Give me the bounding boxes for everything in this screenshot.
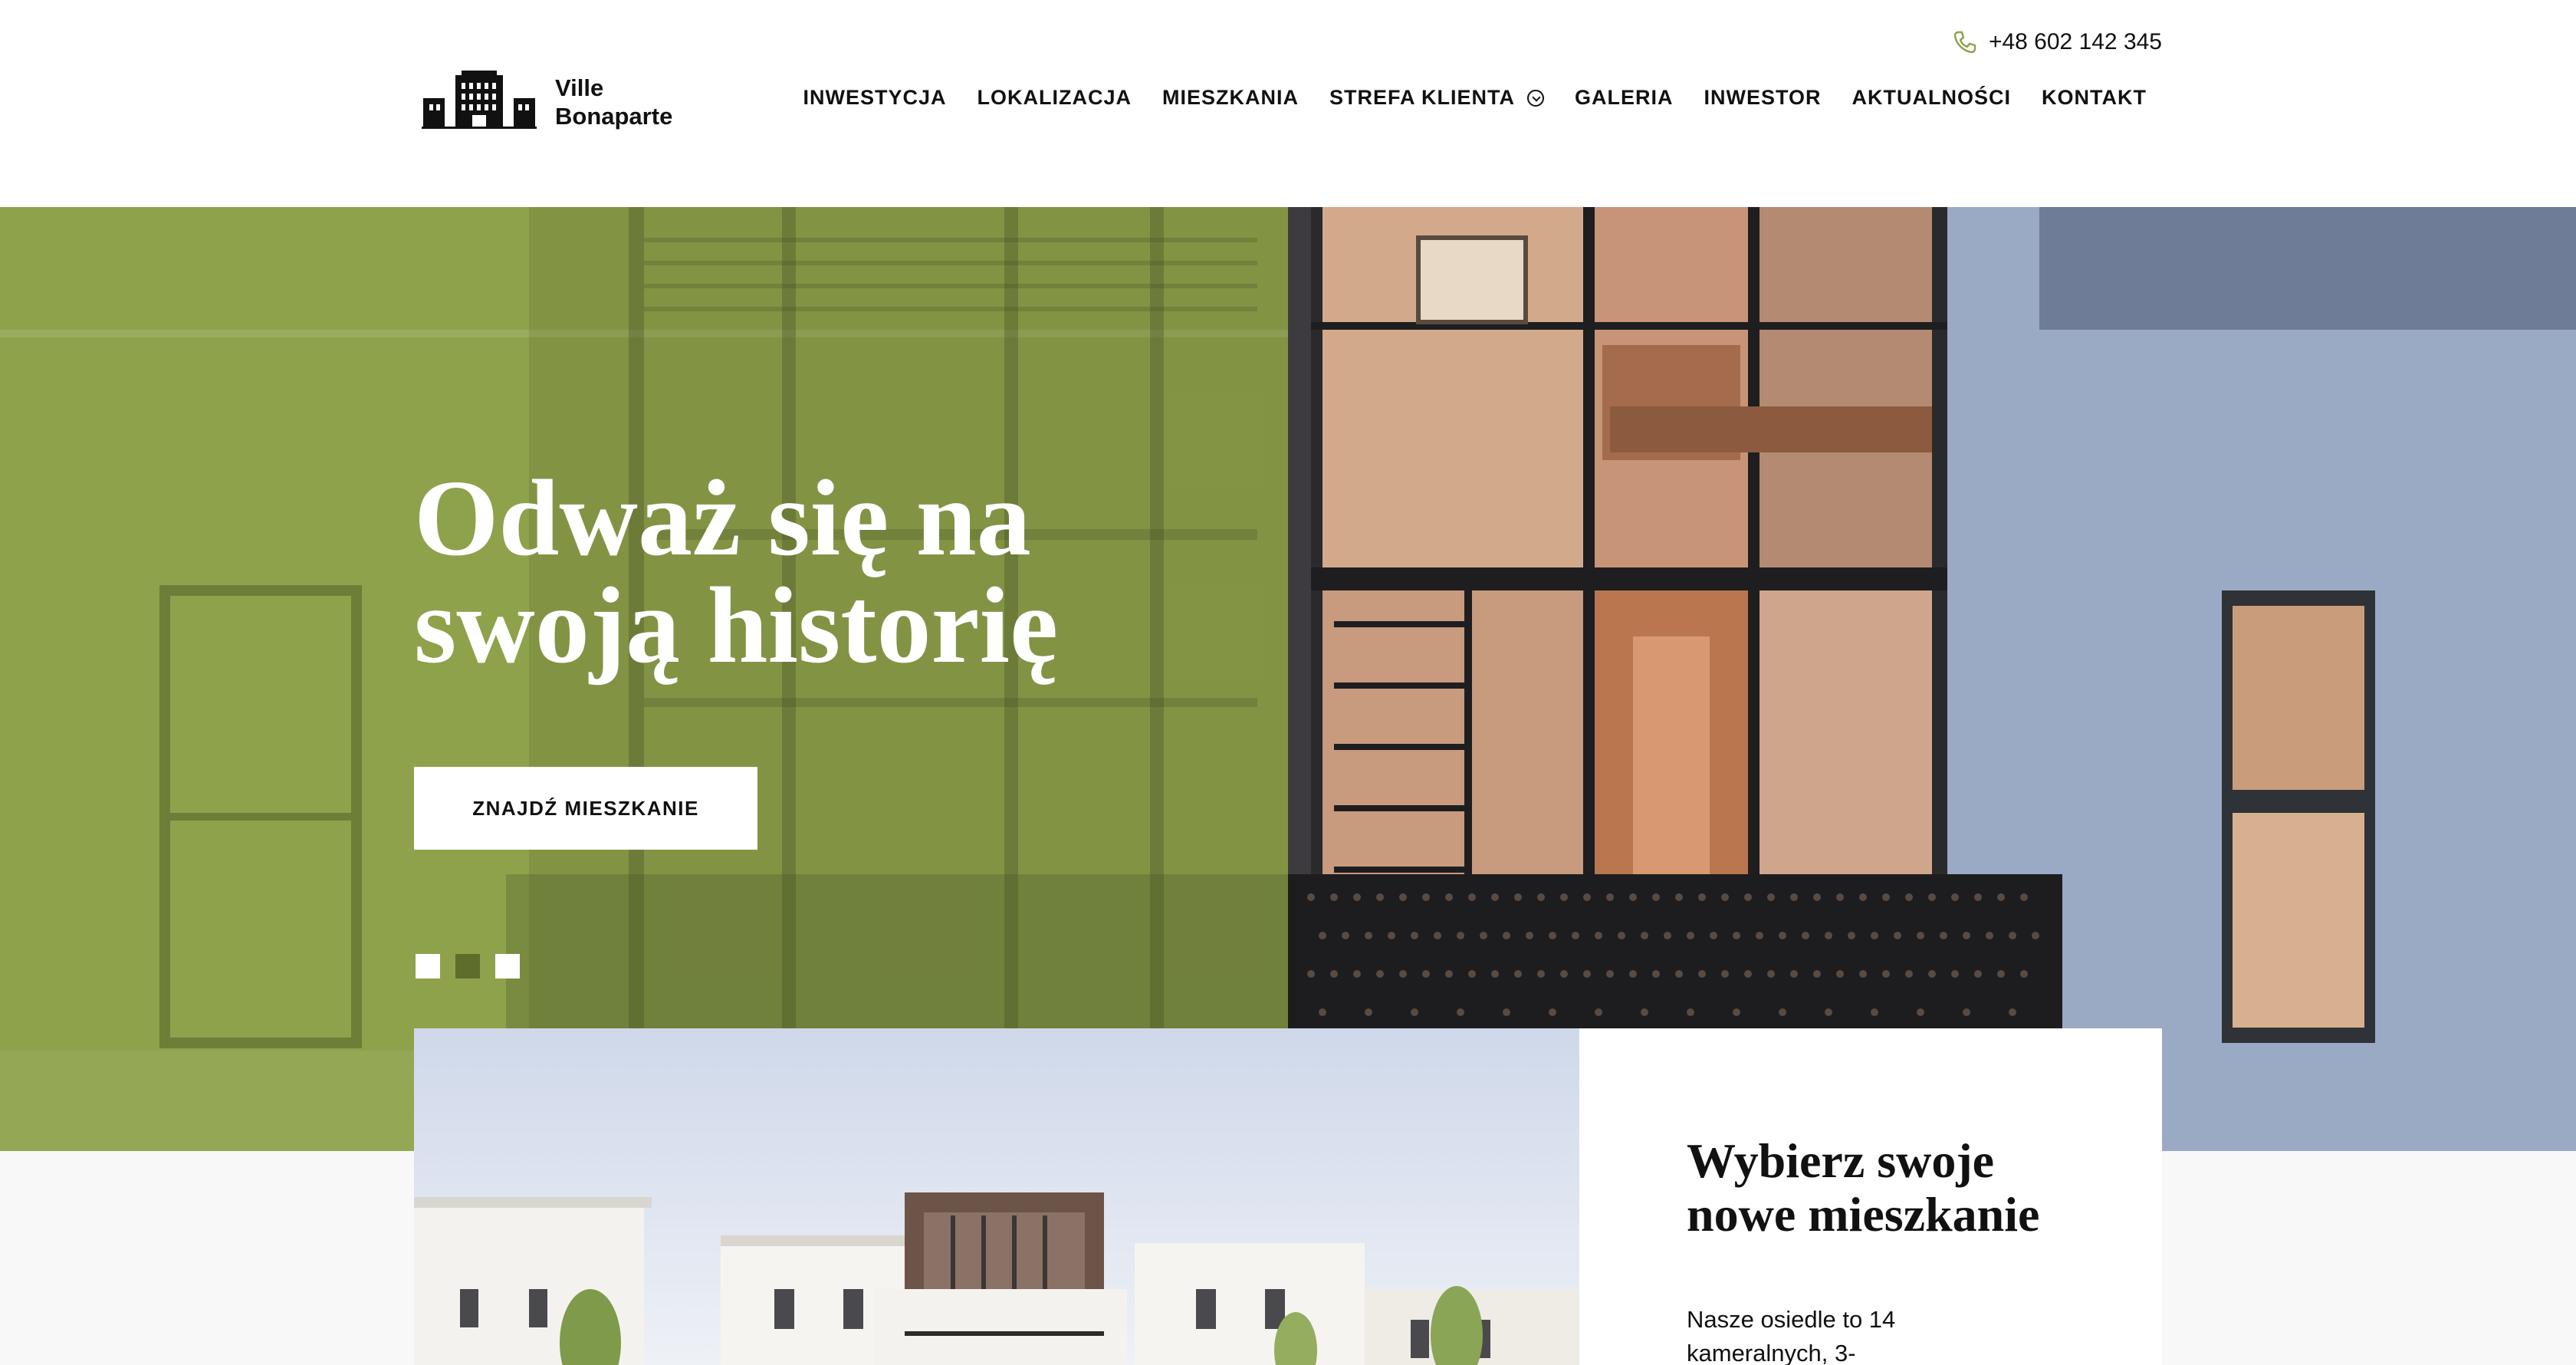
- building-logo-icon: [422, 71, 537, 133]
- section-title-line-2: nowe mieszkanie: [1687, 1187, 2040, 1242]
- nav-item-strefa-klienta[interactable]: STREFA KLIENTA: [1329, 86, 1544, 110]
- estate-illustration: [414, 1028, 1579, 1365]
- nav-item-strefa-klienta-label: STREFA KLIENTA: [1329, 86, 1515, 109]
- site-header: +48 602 142 345 Ville Bonaparte INWESTYC…: [0, 0, 2576, 207]
- slider-dot-2[interactable]: [455, 954, 480, 979]
- phone-contact[interactable]: +48 602 142 345: [1952, 29, 2162, 55]
- logo-text: Ville Bonaparte: [555, 74, 672, 130]
- section-description-line-2: kameralnych, 3-: [1687, 1340, 1856, 1365]
- slider-dot-3[interactable]: [495, 954, 520, 979]
- hero-title-line-1: Odważ się na: [414, 457, 1031, 578]
- hero-title-line-2: swoją historię: [414, 564, 1059, 686]
- section-description-line-1: Nasze osiedle to 14: [1687, 1306, 1896, 1333]
- nav-item-kontakt[interactable]: KONTAKT: [2042, 86, 2147, 110]
- nav-item-mieszkania[interactable]: MIESZKANIA: [1162, 86, 1299, 110]
- nav-item-inwestor[interactable]: INWESTOR: [1704, 86, 1822, 110]
- nav-item-galeria[interactable]: GALERIA: [1575, 86, 1674, 110]
- estate-image: [414, 1028, 1579, 1365]
- slider-dot-1[interactable]: [416, 954, 440, 979]
- hero-slider: Odważ się na swoją historię ZNAJDŹ MIESZ…: [0, 207, 2576, 1151]
- chevron-down-circle-icon: [1527, 89, 1544, 107]
- site-logo[interactable]: Ville Bonaparte: [422, 71, 672, 133]
- hero-title: Odważ się na swoją historię: [414, 463, 1104, 679]
- section-title: Wybierz swoje nowe mieszkanie: [1687, 1134, 2116, 1242]
- find-apartment-button[interactable]: ZNAJDŹ MIESZKANIE: [414, 767, 757, 850]
- phone-icon: [1952, 29, 1978, 55]
- phone-number[interactable]: +48 602 142 345: [1989, 29, 2162, 55]
- section-title-line-1: Wybierz swoje: [1687, 1133, 1995, 1188]
- nav-item-inwestycja[interactable]: INWESTYCJA: [803, 86, 946, 110]
- section-description: Nasze osiedle to 14 kameralnych, 3-: [1687, 1303, 2024, 1365]
- hero-photo: [1288, 207, 2576, 1151]
- hero-building-illustration: [1288, 207, 2576, 1151]
- nav-item-lokalizacja[interactable]: LOKALIZACJA: [978, 86, 1132, 110]
- apartment-info-card: Wybierz swoje nowe mieszkanie Nasze osie…: [1579, 1028, 2162, 1365]
- main-nav: INWESTYCJA LOKALIZACJA MIESZKANIA STREFA…: [803, 86, 2147, 110]
- slider-pagination: [416, 954, 520, 979]
- logo-line-1: Ville: [555, 74, 604, 101]
- nav-item-aktualnosci[interactable]: AKTUALNOŚCI: [1852, 86, 2012, 110]
- logo-line-2: Bonaparte: [555, 102, 673, 130]
